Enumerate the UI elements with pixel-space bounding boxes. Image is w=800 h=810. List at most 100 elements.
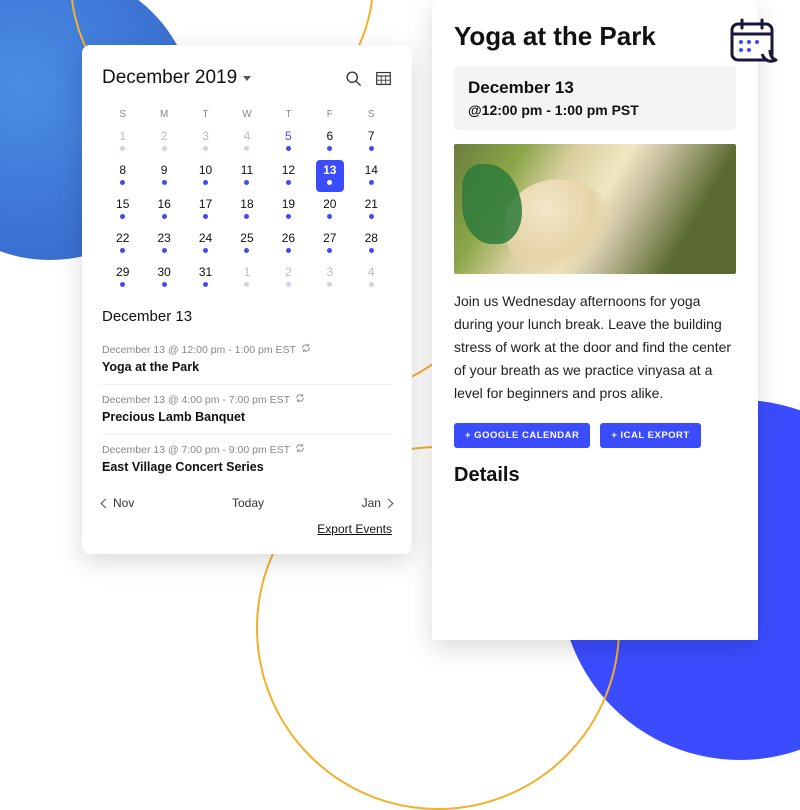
event-dot-icon xyxy=(369,282,374,287)
event-dot-icon xyxy=(203,248,208,253)
day-number: 11 xyxy=(241,163,253,177)
day-cell[interactable]: 25 xyxy=(233,228,261,260)
day-number: 29 xyxy=(116,265,129,279)
add-google-calendar-button[interactable]: + GOOGLE CALENDAR xyxy=(454,423,590,448)
day-cell[interactable]: 11 xyxy=(233,160,261,192)
today-button[interactable]: Today xyxy=(232,496,264,510)
event-item-time: December 13 @ 4:00 pm - 7:00 pm EST xyxy=(102,393,392,406)
day-number: 22 xyxy=(116,231,129,245)
day-number: 15 xyxy=(116,197,129,211)
day-cell[interactable]: 17 xyxy=(192,194,220,226)
day-cell[interactable]: 6 xyxy=(316,126,344,158)
event-dot-icon xyxy=(244,282,249,287)
prev-month-button[interactable]: Nov xyxy=(102,496,134,510)
day-cell[interactable]: 4 xyxy=(357,262,385,294)
event-dot-icon xyxy=(369,248,374,253)
day-number: 5 xyxy=(285,129,292,143)
recurring-icon xyxy=(295,443,305,456)
event-dot-icon xyxy=(162,248,167,253)
event-dot-icon xyxy=(203,282,208,287)
recurring-icon xyxy=(301,343,311,356)
event-dot-icon xyxy=(286,180,291,185)
day-cell[interactable]: 20 xyxy=(316,194,344,226)
calendar-footer: Nov Today Jan xyxy=(102,496,392,510)
calendar-doodle-icon xyxy=(726,14,782,75)
day-number: 9 xyxy=(161,163,168,177)
day-cell[interactable]: 30 xyxy=(150,262,178,294)
day-cell[interactable]: 31 xyxy=(192,262,220,294)
event-dot-icon xyxy=(162,180,167,185)
event-item[interactable]: December 13 @ 4:00 pm - 7:00 pm ESTPreci… xyxy=(102,385,392,435)
day-cell[interactable]: 9 xyxy=(150,160,178,192)
day-cell[interactable]: 3 xyxy=(316,262,344,294)
day-cell[interactable]: 14 xyxy=(357,160,385,192)
recurring-icon xyxy=(295,393,305,406)
day-cell[interactable]: 12 xyxy=(274,160,302,192)
day-cell[interactable]: 10 xyxy=(192,160,220,192)
day-cell[interactable]: 4 xyxy=(233,126,261,158)
event-item[interactable]: December 13 @ 7:00 pm - 9:00 pm ESTEast … xyxy=(102,435,392,484)
day-cell[interactable]: 23 xyxy=(150,228,178,260)
day-number: 31 xyxy=(199,265,212,279)
event-dot-icon xyxy=(369,214,374,219)
event-dot-icon xyxy=(327,282,332,287)
event-dot-icon xyxy=(286,214,291,219)
event-dot-icon xyxy=(327,146,332,151)
day-number: 20 xyxy=(323,197,336,211)
day-number: 19 xyxy=(282,197,295,211)
day-cell[interactable]: 22 xyxy=(109,228,137,260)
day-cell[interactable]: 28 xyxy=(357,228,385,260)
event-hero-image xyxy=(454,144,736,274)
month-picker[interactable]: December 2019 xyxy=(102,67,251,89)
event-item[interactable]: December 13 @ 12:00 pm - 1:00 pm ESTYoga… xyxy=(102,335,392,385)
day-cell[interactable]: 7 xyxy=(357,126,385,158)
next-month-button[interactable]: Jan xyxy=(362,496,392,510)
event-title: Yoga at the Park xyxy=(454,22,736,52)
day-number: 4 xyxy=(368,265,375,279)
event-dot-icon xyxy=(244,214,249,219)
day-cell[interactable]: 29 xyxy=(109,262,137,294)
day-cell[interactable]: 1 xyxy=(109,126,137,158)
day-number: 27 xyxy=(323,231,336,245)
day-cell[interactable]: 27 xyxy=(316,228,344,260)
day-cell[interactable]: 1 xyxy=(233,262,261,294)
selected-date-heading: December 13 xyxy=(102,308,392,325)
events-list: December 13 @ 12:00 pm - 1:00 pm ESTYoga… xyxy=(102,335,392,484)
day-number: 6 xyxy=(326,129,333,143)
search-icon[interactable] xyxy=(344,69,362,87)
next-month-label: Jan xyxy=(362,496,381,510)
dow-header: S xyxy=(351,103,392,126)
day-cell[interactable]: 5 xyxy=(274,126,302,158)
day-cell[interactable]: 26 xyxy=(274,228,302,260)
month-title: December 2019 xyxy=(102,67,237,89)
event-dot-icon xyxy=(244,146,249,151)
day-cell[interactable]: 16 xyxy=(150,194,178,226)
event-dot-icon xyxy=(203,180,208,185)
event-dot-icon xyxy=(162,282,167,287)
day-number: 28 xyxy=(365,231,378,245)
day-cell[interactable]: 24 xyxy=(192,228,220,260)
event-dot-icon xyxy=(162,146,167,151)
day-number: 26 xyxy=(282,231,295,245)
day-number: 1 xyxy=(119,129,126,143)
day-number: 2 xyxy=(285,265,292,279)
event-dot-icon xyxy=(244,180,249,185)
day-cell[interactable]: 15 xyxy=(109,194,137,226)
event-datetime-box: December 13 @12:00 pm - 1:00 pm PST xyxy=(454,66,736,130)
event-dot-icon xyxy=(120,146,125,151)
day-cell[interactable]: 21 xyxy=(357,194,385,226)
day-cell[interactable]: 2 xyxy=(274,262,302,294)
day-cell[interactable]: 3 xyxy=(192,126,220,158)
calendar-grid: SMTWTFS 12345678910111213141516171819202… xyxy=(102,103,392,296)
day-number: 10 xyxy=(199,163,212,177)
day-number: 1 xyxy=(244,265,251,279)
export-events-link[interactable]: Export Events xyxy=(317,522,392,536)
event-item-time: December 13 @ 7:00 pm - 9:00 pm EST xyxy=(102,443,392,456)
ical-export-button[interactable]: + ICAL EXPORT xyxy=(600,423,700,448)
day-cell[interactable]: 18 xyxy=(233,194,261,226)
day-cell[interactable]: 8 xyxy=(109,160,137,192)
day-cell[interactable]: 2 xyxy=(150,126,178,158)
view-grid-icon[interactable] xyxy=(374,69,392,87)
day-cell[interactable]: 13 xyxy=(316,160,344,192)
day-cell[interactable]: 19 xyxy=(274,194,302,226)
